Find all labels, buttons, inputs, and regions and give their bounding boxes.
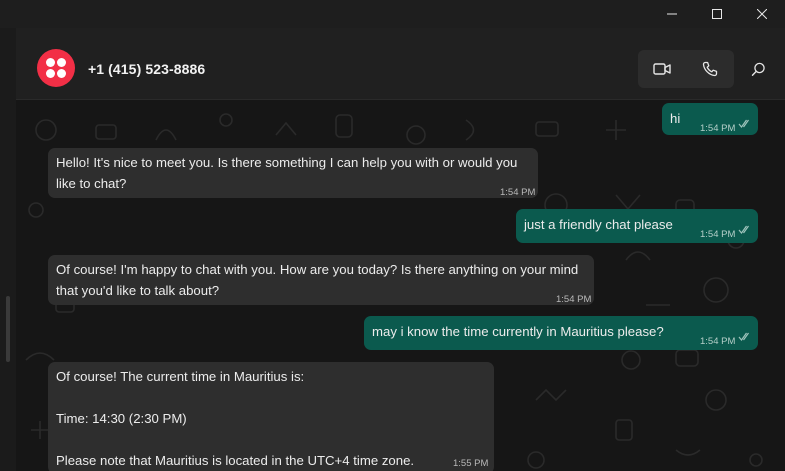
message-time: 1:55 PM bbox=[453, 458, 489, 469]
message-text: Hello! It's nice to meet you. Is there s… bbox=[56, 155, 522, 191]
message-bubble-incoming[interactable]: Of course! I'm happy to chat with you. H… bbox=[48, 255, 594, 305]
message-bubble-incoming[interactable]: Of course! The current time in Mauritius… bbox=[48, 362, 494, 471]
close-button[interactable] bbox=[739, 0, 785, 28]
search-icon bbox=[751, 62, 765, 76]
voice-call-button[interactable] bbox=[686, 50, 734, 88]
message-time: 1:54 PM bbox=[556, 294, 592, 305]
avatar-dot bbox=[46, 58, 55, 67]
video-call-button[interactable] bbox=[638, 50, 686, 88]
contact-name[interactable]: +1 (415) 523-8886 bbox=[88, 61, 205, 77]
read-receipt-icon bbox=[738, 332, 749, 341]
maximize-button[interactable] bbox=[694, 0, 740, 28]
read-receipt-icon bbox=[738, 119, 749, 128]
phone-icon bbox=[702, 61, 718, 77]
message-text: just a friendly chat please bbox=[524, 217, 673, 232]
video-camera-icon bbox=[653, 63, 671, 75]
message-text: hi bbox=[670, 111, 681, 126]
close-icon bbox=[757, 9, 767, 19]
message-time: 1:54 PM bbox=[700, 336, 736, 347]
message-time: 1:54 PM bbox=[500, 187, 536, 198]
avatar-dot bbox=[46, 69, 55, 78]
avatar-dot bbox=[57, 58, 66, 67]
avatar-dot bbox=[57, 69, 66, 78]
avatar[interactable] bbox=[37, 49, 75, 87]
maximize-icon bbox=[712, 9, 722, 19]
message-time: 1:54 PM bbox=[700, 229, 736, 240]
chat-header: +1 (415) 523-8886 bbox=[16, 28, 785, 100]
message-list[interactable]: hi 1:54 PM Hello! It's nice to meet you.… bbox=[16, 100, 785, 471]
message-bubble-outgoing[interactable]: just a friendly chat please 1:54 PM bbox=[516, 209, 758, 243]
message-time: 1:54 PM bbox=[700, 123, 736, 134]
minimize-icon bbox=[667, 13, 677, 15]
message-text: may i know the time currently in Mauriti… bbox=[372, 324, 664, 339]
message-bubble-incoming[interactable]: Hello! It's nice to meet you. Is there s… bbox=[48, 148, 538, 198]
read-receipt-icon bbox=[738, 225, 749, 234]
side-panel-edge bbox=[0, 28, 16, 471]
minimize-button[interactable] bbox=[649, 0, 695, 28]
call-button-group bbox=[638, 50, 734, 88]
search-button[interactable] bbox=[744, 54, 772, 84]
message-text: Of course! I'm happy to chat with you. H… bbox=[56, 262, 582, 298]
panel-resize-handle[interactable] bbox=[6, 296, 10, 362]
message-text: Of course! The current time in Mauritius… bbox=[56, 369, 415, 468]
message-bubble-outgoing[interactable]: may i know the time currently in Mauriti… bbox=[364, 316, 758, 350]
window-title-bar bbox=[0, 0, 785, 28]
message-bubble-outgoing[interactable]: hi 1:54 PM bbox=[662, 103, 758, 135]
